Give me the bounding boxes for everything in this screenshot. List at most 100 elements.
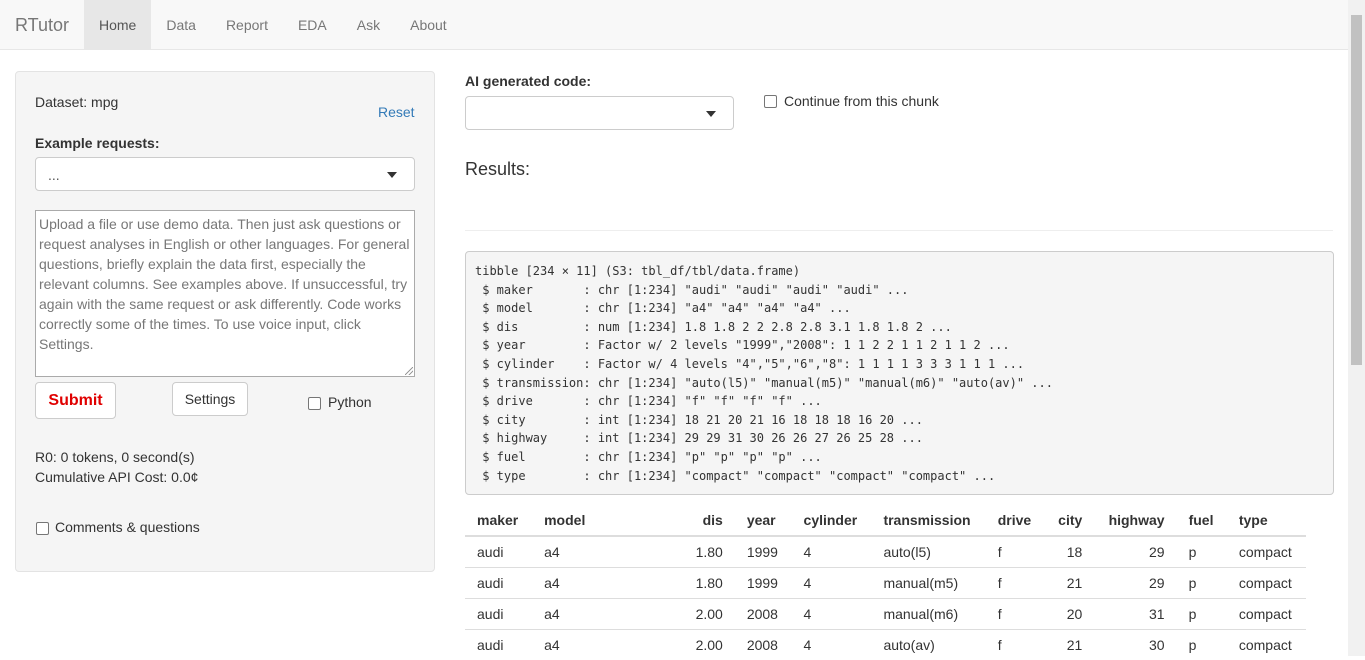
- table-cell: compact: [1227, 599, 1306, 630]
- example-requests-value: ...: [48, 167, 60, 183]
- table-cell: a4: [532, 599, 682, 630]
- continue-label[interactable]: Continue from this chunk: [784, 93, 939, 109]
- table-cell: 29: [1094, 536, 1176, 568]
- table-row: audi a4 1.80 1999 4 auto(l5) f 18 29 p c…: [465, 536, 1306, 568]
- settings-button[interactable]: Settings: [172, 382, 248, 416]
- tab-about[interactable]: About: [395, 0, 462, 50]
- nav-tabs: Home Data Report EDA Ask About: [84, 0, 462, 50]
- chevron-down-icon: [706, 111, 716, 117]
- table-cell: auto(av): [871, 630, 985, 660]
- navbar: RTutor Home Data Report EDA Ask About: [0, 0, 1365, 50]
- table-cell: 2.00: [682, 630, 735, 660]
- reset-link[interactable]: Reset: [378, 104, 415, 120]
- tab-eda[interactable]: EDA: [283, 0, 342, 50]
- table-cell: audi: [465, 599, 532, 630]
- api-cost-status: Cumulative API Cost: 0.0¢: [35, 469, 198, 485]
- request-textarea[interactable]: Upload a file or use demo data. Then jus…: [35, 210, 415, 377]
- table-cell: f: [986, 599, 1045, 630]
- table-cell: compact: [1227, 568, 1306, 599]
- table-cell: 20: [1045, 599, 1094, 630]
- column-header-fuel[interactable]: fuel: [1177, 505, 1227, 536]
- table-header-row: maker model dis year cylinder transmissi…: [465, 505, 1306, 536]
- submit-button[interactable]: Submit: [35, 382, 116, 419]
- table-cell: 2.00: [682, 599, 735, 630]
- table-cell: 2008: [735, 630, 792, 660]
- comments-label[interactable]: Comments & questions: [55, 519, 200, 535]
- tab-data[interactable]: Data: [151, 0, 211, 50]
- table-cell: f: [986, 630, 1045, 660]
- table-cell: audi: [465, 630, 532, 660]
- tab-ask[interactable]: Ask: [342, 0, 395, 50]
- column-header-type[interactable]: type: [1227, 505, 1306, 536]
- table-cell: a4: [532, 536, 682, 568]
- tokens-status: R0: 0 tokens, 0 second(s): [35, 449, 195, 465]
- str-line: $ cylinder : Factor w/ 4 levels "4","5",…: [475, 355, 1324, 374]
- table-cell: 1999: [735, 568, 792, 599]
- table-row: audi a4 2.00 2008 4 auto(av) f 21 30 p c…: [465, 630, 1306, 660]
- request-placeholder: Upload a file or use demo data. Then jus…: [39, 216, 409, 352]
- table-cell: auto(l5): [871, 536, 985, 568]
- results-heading: Results:: [465, 159, 530, 180]
- column-header-dis[interactable]: dis: [682, 505, 735, 536]
- table-cell: 30: [1094, 630, 1176, 660]
- table-cell: 21: [1045, 630, 1094, 660]
- column-header-model[interactable]: model: [532, 505, 682, 536]
- column-header-highway[interactable]: highway: [1094, 505, 1176, 536]
- resize-grip-icon[interactable]: [405, 367, 413, 375]
- table-cell: manual(m6): [871, 599, 985, 630]
- table-cell: 31: [1094, 599, 1176, 630]
- tab-home[interactable]: Home: [84, 0, 151, 50]
- table-cell: 2008: [735, 599, 792, 630]
- table-cell: p: [1177, 536, 1227, 568]
- column-header-transmission[interactable]: transmission: [871, 505, 985, 536]
- vertical-scrollbar[interactable]: [1348, 0, 1365, 656]
- str-line: $ maker : chr [1:234] "audi" "audi" "aud…: [475, 281, 1324, 300]
- table-cell: p: [1177, 568, 1227, 599]
- chevron-down-icon: [387, 172, 397, 178]
- str-line: $ city : int [1:234] 18 21 20 21 16 18 1…: [475, 411, 1324, 430]
- divider: [465, 230, 1333, 231]
- example-requests-select[interactable]: ...: [35, 157, 415, 191]
- table-cell: audi: [465, 536, 532, 568]
- table-cell: f: [986, 568, 1045, 599]
- data-table: maker model dis year cylinder transmissi…: [465, 505, 1306, 660]
- column-header-maker[interactable]: maker: [465, 505, 532, 536]
- dataset-label: Dataset: mpg: [35, 94, 118, 110]
- column-header-drive[interactable]: drive: [986, 505, 1045, 536]
- example-requests-label: Example requests:: [35, 135, 160, 151]
- brand-title[interactable]: RTutor: [15, 0, 69, 50]
- continue-checkbox[interactable]: [764, 95, 777, 108]
- table-cell: 1.80: [682, 536, 735, 568]
- table-cell: 4: [792, 599, 872, 630]
- scrollbar-thumb[interactable]: [1351, 15, 1362, 365]
- table-cell: p: [1177, 630, 1227, 660]
- table-row: audi a4 1.80 1999 4 manual(m5) f 21 29 p…: [465, 568, 1306, 599]
- python-label[interactable]: Python: [328, 394, 372, 410]
- str-line: $ dis : num [1:234] 1.8 1.8 2 2 2.8 2.8 …: [475, 318, 1324, 337]
- table-cell: a4: [532, 630, 682, 660]
- column-header-year[interactable]: year: [735, 505, 792, 536]
- table-cell: 18: [1045, 536, 1094, 568]
- table-cell: compact: [1227, 630, 1306, 660]
- python-checkbox[interactable]: [308, 397, 321, 410]
- table-cell: p: [1177, 599, 1227, 630]
- table-cell: 4: [792, 536, 872, 568]
- table-cell: 1999: [735, 536, 792, 568]
- table-row: audi a4 2.00 2008 4 manual(m6) f 20 31 p…: [465, 599, 1306, 630]
- table-cell: compact: [1227, 536, 1306, 568]
- column-header-city[interactable]: city: [1045, 505, 1094, 536]
- tab-report[interactable]: Report: [211, 0, 283, 50]
- table-cell: manual(m5): [871, 568, 985, 599]
- comments-checkbox[interactable]: [36, 522, 49, 535]
- str-line: $ drive : chr [1:234] "f" "f" "f" "f" ..…: [475, 392, 1324, 411]
- table-cell: 21: [1045, 568, 1094, 599]
- table-cell: a4: [532, 568, 682, 599]
- table-cell: 29: [1094, 568, 1176, 599]
- ai-code-label: AI generated code:: [465, 73, 591, 89]
- table-cell: audi: [465, 568, 532, 599]
- column-header-cylinder[interactable]: cylinder: [792, 505, 872, 536]
- table-cell: 1.80: [682, 568, 735, 599]
- table-cell: 4: [792, 630, 872, 660]
- ai-code-select[interactable]: [465, 96, 734, 130]
- str-output: tibble [234 × 11] (S3: tbl_df/tbl/data.f…: [465, 251, 1334, 495]
